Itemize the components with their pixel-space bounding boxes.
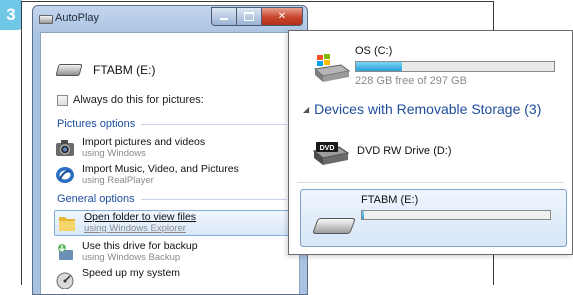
speed-icon (56, 272, 74, 289)
os-drive-usage-bar (355, 61, 555, 72)
window-controls: ✕ (211, 7, 303, 26)
collapse-triangle-icon[interactable]: ◢ (303, 105, 309, 114)
dvd-badge-text: DVD (320, 145, 335, 152)
maximize-button[interactable] (237, 7, 262, 26)
realplayer-icon (56, 167, 74, 183)
folder-icon (59, 217, 75, 231)
autoplay-titlebar[interactable]: AutoPlay ✕ (33, 6, 307, 32)
option-backup[interactable]: Use this drive for backup using Windows … (55, 240, 287, 264)
step-number: 3 (6, 5, 16, 24)
autoplay-drive-row: FTABM (E:) (55, 63, 156, 77)
computer-window: OS (C:) 228 GB free of 297 GB ◢ Devices … (288, 30, 573, 255)
option-import-pictures[interactable]: Import pictures and videos using Windows (55, 136, 287, 160)
always-do-this-label: Always do this for pictures: (73, 94, 204, 106)
removable-storage-label: Devices with Removable Storage (3) (314, 101, 542, 117)
autoplay-title: AutoPlay (55, 12, 100, 24)
close-icon: ✕ (277, 11, 287, 22)
os-drive-usage-fill (356, 62, 402, 71)
option-open-folder[interactable]: Open folder to view files using Windows … (54, 210, 292, 236)
os-drive-label: OS (C:) (355, 45, 393, 57)
option-subtitle: using Windows Backup (82, 252, 181, 263)
section-divider (140, 198, 287, 200)
autoplay-drive-label: FTABM (E:) (93, 63, 156, 77)
option-title: Import pictures and videos (82, 136, 206, 148)
always-do-this-checkbox[interactable] (57, 94, 68, 106)
drive-title-icon (39, 15, 53, 24)
minimize-icon (220, 18, 228, 20)
windows-drive-icon (313, 54, 351, 82)
close-button[interactable]: ✕ (262, 7, 303, 26)
usb-drive-icon (55, 64, 83, 76)
ftabm-usage-fill (362, 211, 364, 219)
os-drive-free-text: 228 GB free of 297 GB (355, 75, 467, 87)
backup-icon (58, 244, 73, 260)
option-import-realplayer[interactable]: Import Music, Video, and Pictures using … (55, 163, 287, 187)
drive-separator (297, 182, 564, 183)
dvd-drive-label: DVD RW Drive (D:) (357, 145, 452, 157)
section-divider (141, 123, 287, 125)
step-badge: 3 (0, 0, 22, 30)
option-title: Speed up my system (82, 267, 181, 279)
removable-storage-group-header[interactable]: ◢ Devices with Removable Storage (3) (303, 101, 541, 117)
option-subtitle: using Windows Explorer (84, 223, 186, 234)
ftabm-drive-tile[interactable]: FTABM (E:) (300, 189, 567, 247)
option-speed-up[interactable]: Speed up my system (55, 267, 287, 291)
dvd-drive-icon: DVD (312, 142, 350, 165)
pictures-options-header: Pictures options (57, 118, 287, 130)
ftabm-drive-label: FTABM (E:) (361, 194, 419, 206)
general-options-header: General options (57, 193, 287, 205)
option-title: Import Music, Video, and Pictures (82, 163, 239, 175)
option-title: Open folder to view files (84, 211, 197, 223)
camera-icon (56, 140, 74, 156)
option-subtitle: using Windows (82, 148, 146, 159)
option-title: Use this drive for backup (82, 240, 198, 252)
always-do-this-row[interactable]: Always do this for pictures: (57, 94, 204, 106)
pictures-options-label: Pictures options (57, 118, 136, 130)
maximize-icon (244, 12, 254, 21)
autoplay-window: AutoPlay ✕ FTABM (E:) Always do this for… (32, 5, 308, 295)
minimize-button[interactable] (211, 7, 237, 26)
option-subtitle: using RealPlayer (82, 175, 154, 186)
general-options-label: General options (57, 193, 135, 205)
ftabm-usage-bar (361, 210, 551, 220)
usb-drive-icon (312, 218, 356, 234)
